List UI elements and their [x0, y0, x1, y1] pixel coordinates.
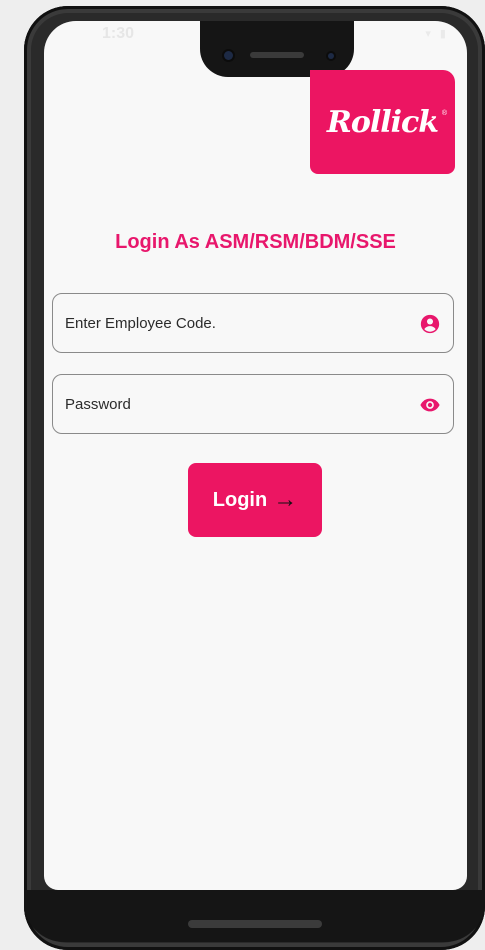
login-button-label: Login: [212, 488, 268, 511]
status-icons: ▾ ▮: [425, 28, 449, 40]
employee-code-input[interactable]: [65, 294, 405, 352]
sensor-icon: [328, 53, 334, 59]
login-button[interactable]: Login →: [188, 463, 322, 537]
status-time: 1:30: [102, 25, 135, 42]
front-camera-icon: [224, 51, 233, 60]
phone-chin: [24, 890, 485, 942]
eye-icon[interactable]: [419, 394, 441, 416]
registered-mark: ®: [441, 110, 447, 117]
employee-code-field[interactable]: [52, 293, 454, 353]
brand-logo-text: Rollick: [326, 104, 439, 140]
camera-notch: [200, 21, 354, 77]
login-title: Login As ASM/RSM/BDM/SSE: [115, 231, 396, 253]
phone-frame: 1:30 ▾ ▮ Rollick ® Login As ASM/RSM/BDM/…: [24, 6, 485, 950]
password-field[interactable]: [52, 374, 454, 434]
password-input[interactable]: [65, 375, 405, 433]
app-screen: 1:30 ▾ ▮ Rollick ® Login As ASM/RSM/BDM/…: [44, 21, 467, 890]
home-indicator[interactable]: [188, 920, 322, 928]
earpiece-speaker: [250, 52, 304, 58]
brand-logo: Rollick ®: [310, 70, 455, 174]
account-circle-icon: [420, 314, 440, 334]
arrow-right-icon: →: [273, 486, 298, 513]
